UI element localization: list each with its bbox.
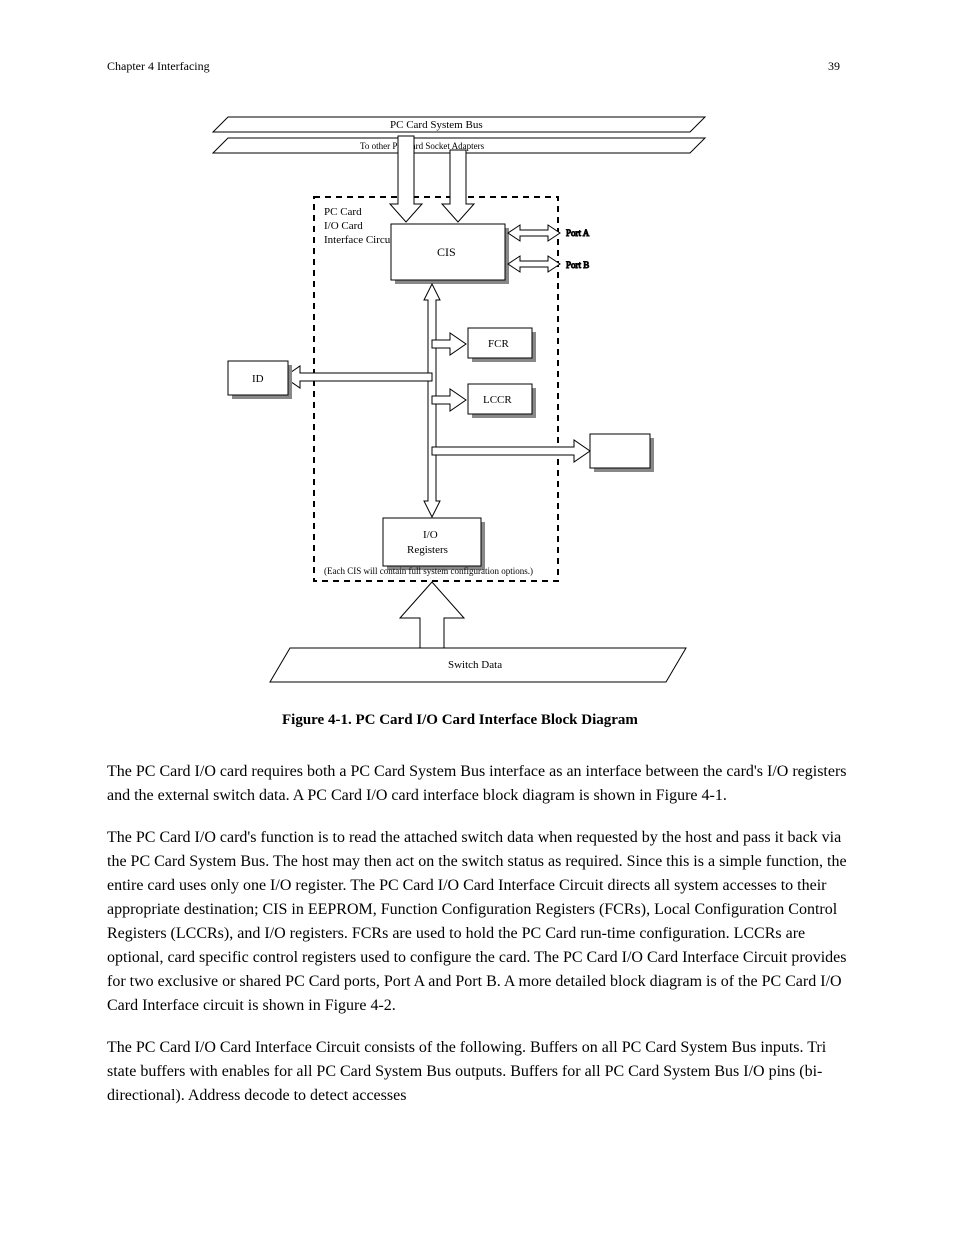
port-a-label: Port A xyxy=(566,228,590,238)
fcr-box: FCR xyxy=(468,328,536,362)
iface-note: (Each CIS will contain full system confi… xyxy=(324,566,533,576)
page-svg: Chapter 4 Interfacing 39 PC Card System … xyxy=(0,0,954,1235)
branch-to-fcr xyxy=(432,333,466,355)
iface-line3: Interface Circuit xyxy=(324,234,396,246)
fcr-label: FCR xyxy=(488,338,509,350)
port-b-label: Port B xyxy=(566,260,589,270)
io-line1: I/O xyxy=(423,529,438,541)
paragraph-3: The PC Card I/O Card Interface Circuit c… xyxy=(107,1036,847,1108)
branch-to-lccr xyxy=(432,389,466,411)
top-bus: PC Card System Bus To other PC Card Sock… xyxy=(213,117,705,153)
id-label: ID xyxy=(252,373,264,385)
paragraph-1: The PC Card I/O card requires both a PC … xyxy=(107,760,847,808)
port-arrows: Port A Port B xyxy=(508,225,590,272)
cis-label: CIS xyxy=(437,245,456,259)
paragraph-2: The PC Card I/O card's function is to re… xyxy=(107,826,847,1018)
header-right: 39 xyxy=(828,59,840,73)
cis-box: CIS xyxy=(391,224,509,284)
right-box xyxy=(590,434,654,472)
id-box: ID xyxy=(228,361,292,399)
lccr-label: LCCR xyxy=(483,394,512,406)
top-bus-label: PC Card System Bus xyxy=(390,119,483,131)
figure-caption: Figure 4-1. PC Card I/O Card Interface B… xyxy=(282,712,638,728)
body-text: The PC Card I/O card requires both a PC … xyxy=(107,760,847,1108)
io-line2: Registers xyxy=(407,544,448,556)
lccr-box: LCCR xyxy=(468,384,536,418)
header-left: Chapter 4 Interfacing xyxy=(107,59,210,73)
io-registers-box: I/O Registers xyxy=(383,518,485,570)
iface-line1: PC Card xyxy=(324,206,362,218)
iface-line2: I/O Card xyxy=(324,220,363,232)
switch-label: Switch Data xyxy=(448,659,502,671)
branch-to-id xyxy=(284,366,432,388)
big-up-arrow xyxy=(400,582,464,648)
branch-to-right xyxy=(432,440,590,462)
